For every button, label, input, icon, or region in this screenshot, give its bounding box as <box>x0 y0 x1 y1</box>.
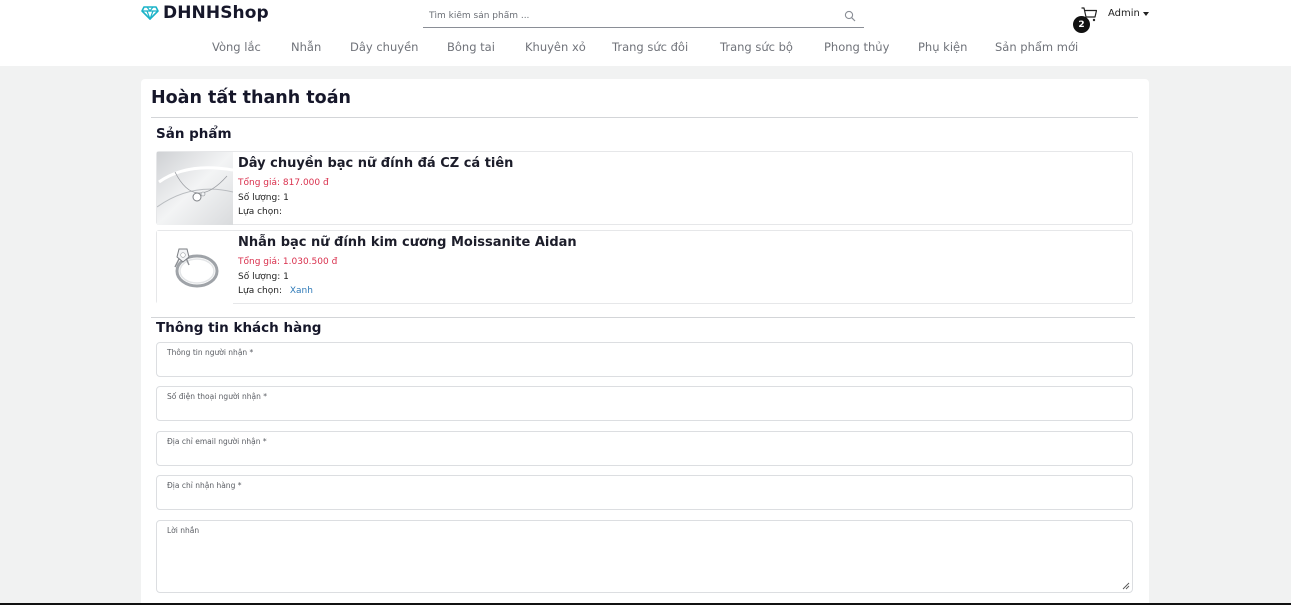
product-name[interactable]: Dây chuyền bạc nữ đính đá CZ cá tiên <box>238 156 513 171</box>
diamond-icon <box>141 6 159 20</box>
product-item[interactable]: Dây chuyền bạc nữ đính đá CZ cá tiên Tổn… <box>156 151 1133 225</box>
nav-item-khuyen-xo[interactable]: Khuyên xỏ <box>525 40 586 54</box>
recipient-name-label: Thông tin người nhận * <box>167 348 254 357</box>
necklace-image <box>157 152 233 225</box>
quantity-value: 1 <box>283 272 289 282</box>
top-header: DHNHShop 2 Admin Vòng lắc Nhẫn Dây chuyề… <box>0 0 1291 66</box>
nav-item-phong-thuy[interactable]: Phong thủy <box>824 40 889 54</box>
option-label: Lựa chọn: <box>238 286 282 296</box>
message-label: Lời nhắn <box>167 526 200 535</box>
product-price: Tổng giá: 817.000 đ <box>238 178 329 188</box>
recipient-address-label: Địa chỉ nhận hàng * <box>167 481 242 490</box>
user-menu[interactable]: Admin <box>1108 8 1149 19</box>
product-name[interactable]: Nhẫn bạc nữ đính kim cương Moissanite Ai… <box>238 235 577 250</box>
message-textarea[interactable] <box>167 539 1117 587</box>
nav-item-nhan[interactable]: Nhẫn <box>291 40 321 54</box>
recipient-email-field[interactable]: Địa chỉ email người nhận * <box>156 431 1133 466</box>
nav-item-day-chuyen[interactable]: Dây chuyền <box>350 40 418 54</box>
divider <box>151 117 1138 118</box>
product-option: Lựa chọn: Xanh <box>238 286 313 296</box>
product-image[interactable] <box>157 152 233 225</box>
search-bar <box>423 6 864 28</box>
recipient-name-input[interactable] <box>167 359 1117 373</box>
recipient-address-field[interactable]: Địa chỉ nhận hàng * <box>156 475 1133 510</box>
recipient-address-input[interactable] <box>167 492 1117 506</box>
product-price: Tổng giá: 1.030.500 đ <box>238 257 337 267</box>
product-quantity: Số lượng: 1 <box>238 193 289 203</box>
recipient-phone-input[interactable] <box>167 403 1117 417</box>
price-label: Tổng giá: <box>238 257 281 267</box>
cart-button[interactable]: 2 <box>1073 5 1101 33</box>
category-nav: Vòng lắc Nhẫn Dây chuyền Bông tai Khuyên… <box>0 40 1291 56</box>
quantity-label: Số lượng: <box>238 272 281 282</box>
product-option: Lựa chọn: <box>238 207 287 217</box>
search-icon[interactable] <box>844 10 856 22</box>
user-name: Admin <box>1108 8 1140 19</box>
nav-item-trang-suc-bo[interactable]: Trang sức bộ <box>720 40 793 54</box>
nav-item-trang-suc-doi[interactable]: Trang sức đôi <box>612 40 688 54</box>
product-item[interactable]: Nhẫn bạc nữ đính kim cương Moissanite Ai… <box>156 230 1133 304</box>
nav-item-san-pham-moi[interactable]: Sản phẩm mới <box>995 40 1078 54</box>
resize-handle-icon[interactable] <box>1122 582 1130 590</box>
nav-item-phu-kien[interactable]: Phụ kiện <box>918 40 967 54</box>
ring-image <box>157 231 233 304</box>
quantity-label: Số lượng: <box>238 193 281 203</box>
option-value[interactable]: Xanh <box>290 286 313 296</box>
price-value: 817.000 đ <box>282 178 329 188</box>
option-label: Lựa chọn: <box>238 207 282 217</box>
message-field[interactable]: Lời nhắn <box>156 520 1133 593</box>
page-title: Hoàn tất thanh toán <box>151 88 351 108</box>
product-quantity: Số lượng: 1 <box>238 272 289 282</box>
recipient-phone-label: Số điện thoại người nhận * <box>167 392 267 401</box>
search-input[interactable] <box>423 6 833 26</box>
brand-name: DHNHShop <box>163 3 269 23</box>
recipient-name-field[interactable]: Thông tin người nhận * <box>156 342 1133 377</box>
chevron-down-icon <box>1142 11 1149 16</box>
recipient-email-input[interactable] <box>167 448 1117 462</box>
recipient-phone-field[interactable]: Số điện thoại người nhận * <box>156 386 1133 421</box>
nav-item-vong-lac[interactable]: Vòng lắc <box>212 40 261 54</box>
nav-item-bong-tai[interactable]: Bông tai <box>447 40 495 54</box>
price-value: 1.030.500 đ <box>282 257 338 267</box>
brand-logo[interactable]: DHNHShop <box>141 3 269 23</box>
customer-section-title: Thông tin khách hàng <box>156 320 322 336</box>
recipient-email-label: Địa chỉ email người nhận * <box>167 437 267 446</box>
price-label: Tổng giá: <box>238 178 281 188</box>
product-image[interactable] <box>157 231 233 304</box>
quantity-value: 1 <box>283 193 289 203</box>
cart-count-badge: 2 <box>1073 16 1090 33</box>
products-section-title: Sản phẩm <box>156 126 232 142</box>
divider <box>151 317 1135 318</box>
